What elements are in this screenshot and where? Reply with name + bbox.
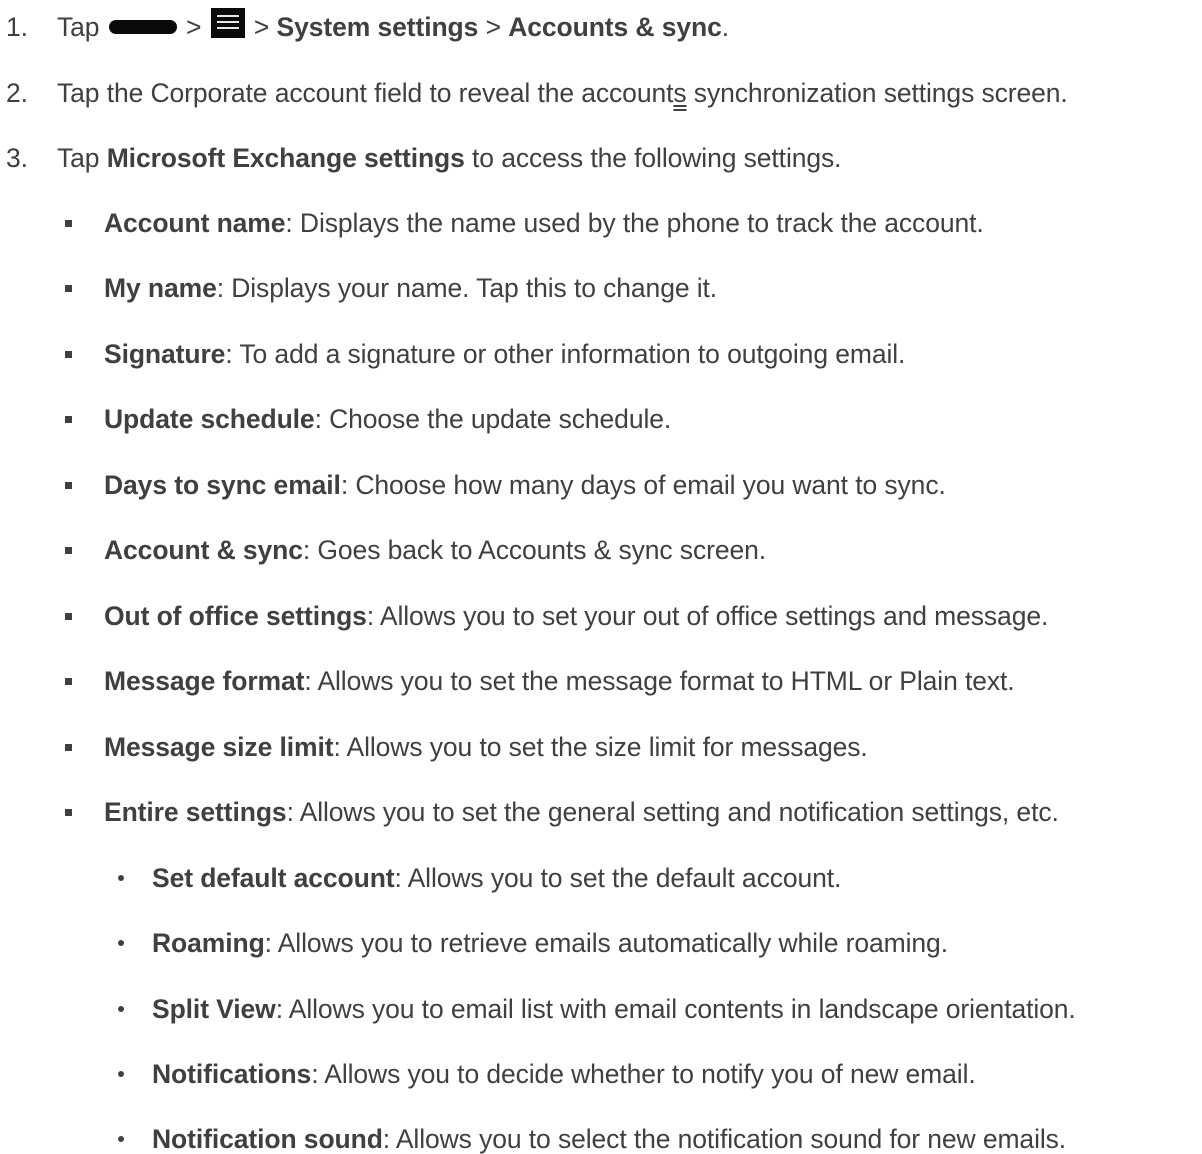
- step-text: Tap Microsoft Exchange settings to acces…: [57, 143, 842, 173]
- square-bullet-icon: [65, 351, 72, 358]
- menu-key-icon: [210, 8, 245, 38]
- home-key-icon: [108, 20, 177, 34]
- square-bullet-icon: [65, 482, 72, 489]
- accounts-sync-label: Accounts & sync: [508, 12, 722, 42]
- square-bullet-icon: [65, 416, 72, 423]
- square-bullet-icon: [65, 744, 72, 751]
- microsoft-exchange-settings-label: Microsoft Exchange settings: [106, 143, 465, 173]
- system-settings-label: System settings: [276, 12, 479, 42]
- step-text: Tap > > System settings > Accounts & syn…: [57, 8, 729, 44]
- square-bullet-icon: [65, 547, 72, 554]
- square-bullet-icon: [65, 285, 72, 292]
- square-bullet-icon: [65, 220, 72, 227]
- dot-bullet-icon: [118, 940, 124, 946]
- step-number: 3.: [6, 143, 28, 173]
- square-bullet-icon: [65, 809, 72, 816]
- square-bullet-icon: [65, 678, 72, 685]
- step-number: 2.: [6, 78, 28, 108]
- step-text: Tap the Corporate account field to revea…: [57, 78, 1068, 108]
- dot-bullet-icon: [118, 1071, 124, 1077]
- square-bullet-icon: [65, 613, 72, 620]
- step-number: 1.: [6, 12, 28, 42]
- dot-bullet-icon: [118, 1136, 124, 1142]
- dot-bullet-icon: [118, 875, 124, 881]
- dot-bullet-icon: [118, 1006, 124, 1012]
